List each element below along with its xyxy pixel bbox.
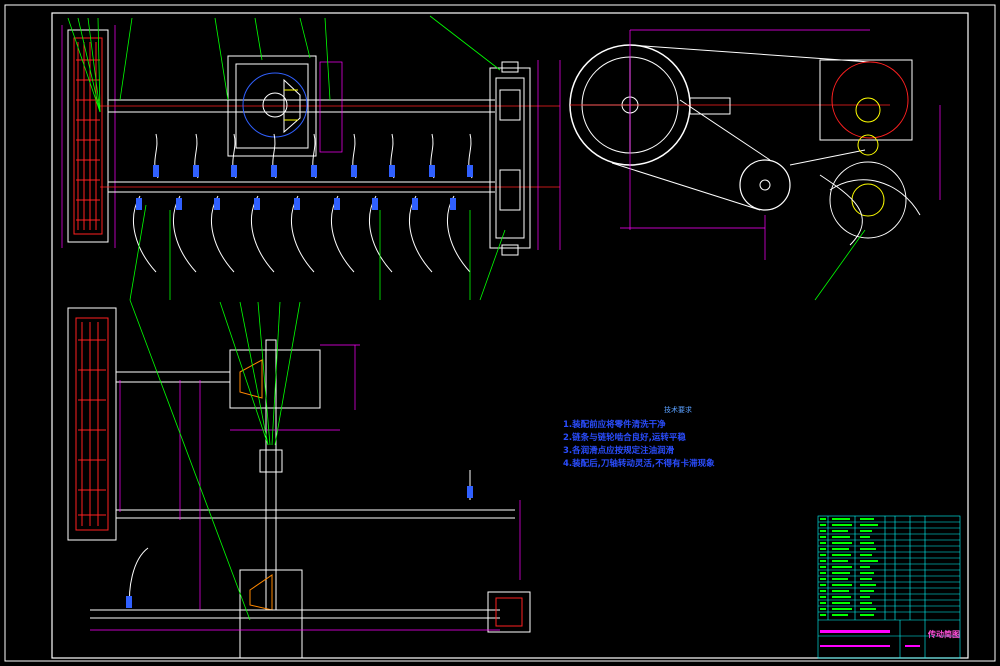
notes-title: 技术要求 [664, 406, 692, 414]
note-line: 3.各润滑点应按规定注油润滑 [563, 446, 675, 456]
belt-drive-view [569, 29, 941, 301]
top-front-view [61, 15, 561, 301]
sheet-border-inner [51, 12, 969, 659]
small-pulley [739, 159, 791, 211]
note-line: 2.链条与链轮啮合良好,运转平稳 [563, 433, 686, 443]
technical-requirements: 技术要求 1.装配前应将零件清洗干净 2.链条与链轮啮合良好,运转平稳 3.各润… [563, 405, 793, 471]
parts-list-entries [820, 518, 878, 616]
rotor-disc [829, 161, 907, 239]
drawing-title: 传动简图 [928, 630, 960, 639]
plan-view [67, 299, 531, 659]
note-line: 1.装配前应将零件清洗干净 [563, 420, 666, 430]
cad-drawing-canvas [4, 4, 996, 662]
note-line: 4.装配后,刀轴转动灵活,不得有卡滞现象 [563, 459, 715, 469]
